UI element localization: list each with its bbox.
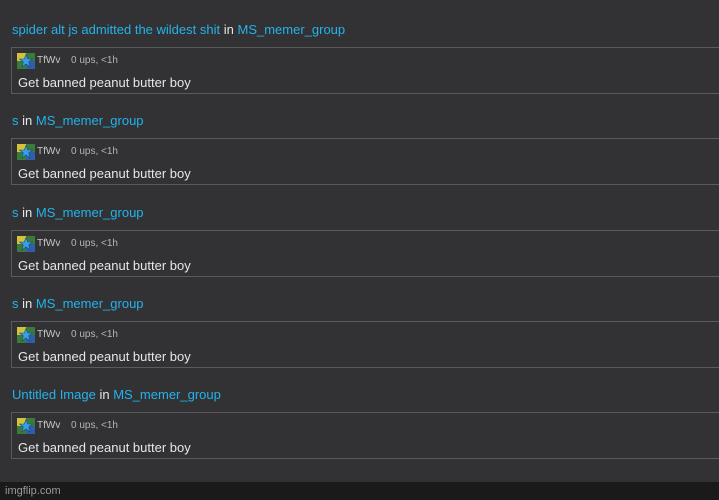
comment-text: Get banned peanut butter boy [18,440,191,455]
feed-entry: spider alt js admitted the wildest shit … [0,0,719,94]
group-link[interactable]: MS_memer_group [36,205,144,220]
post-title-link[interactable]: s [12,296,19,311]
star-avatar-icon[interactable] [17,235,35,252]
group-link[interactable]: MS_memer_group [36,296,144,311]
watermark-strip: imgflip.com [0,482,719,500]
in-label: in [22,113,33,129]
comment-username[interactable]: TfWv [37,329,60,341]
post-title-link[interactable]: Untitled Image [12,387,96,402]
feed-entry: s in MS_memer_group TfWv 0 ups, <1h Get … [0,183,719,277]
group-link[interactable]: MS_memer_group [36,113,144,128]
comment-box: TfWv 0 ups, <1h Get banned peanut butter… [11,47,719,94]
comment-meta: 0 ups, <1h [71,420,118,431]
comment-box: TfWv 0 ups, <1h Get banned peanut butter… [11,320,719,368]
comment-text: Get banned peanut butter boy [18,348,191,364]
comment-feed: spider alt js admitted the wildest shit … [0,0,719,459]
in-label: in [99,387,110,402]
in-label: in [22,204,33,220]
post-title-link[interactable]: spider alt js admitted the wildest shit [12,22,220,37]
feed-entry: s in MS_memer_group TfWv 0 ups, <1h Get … [0,91,719,186]
star-avatar-icon[interactable] [17,53,35,69]
comment-box: TfWv 0 ups, <1h Get banned peanut butter… [11,229,719,277]
feed-entry: s in MS_memer_group TfWv 0 ups, <1h Get … [0,274,719,368]
comment-username[interactable]: TfWv [37,146,60,158]
star-avatar-icon[interactable] [17,326,35,343]
entry-header: spider alt js admitted the wildest shit … [12,22,345,38]
comment-text: Get banned peanut butter boy [18,257,191,273]
post-title-link[interactable]: s [12,113,19,128]
comment-box: TfWv 0 ups, <1h Get banned peanut butter… [11,138,719,186]
comment-meta: 0 ups, <1h [71,237,118,249]
comment-username[interactable]: TfWv [37,238,60,250]
feed-entry: Untitled Image in MS_memer_group TfWv 0 … [0,365,719,459]
in-label: in [22,295,33,311]
comment-username[interactable]: TfWv [37,420,60,432]
imgflip-watermark: imgflip.com [5,485,61,497]
comment-text: Get banned peanut butter boy [18,166,191,182]
comment-box: TfWv 0 ups, <1h Get banned peanut butter… [11,412,719,459]
comment-meta: 0 ups, <1h [71,328,118,340]
entry-header: s in MS_memer_group [12,296,144,312]
post-title-link[interactable]: s [12,205,19,220]
entry-header: s in MS_memer_group [12,205,144,221]
star-avatar-icon[interactable] [17,144,35,161]
entry-header: s in MS_memer_group [12,113,144,129]
entry-header: Untitled Image in MS_memer_group [12,387,221,403]
comment-meta: 0 ups, <1h [71,55,118,66]
group-link[interactable]: MS_memer_group [237,22,345,37]
comment-text: Get banned peanut butter boy [18,75,191,90]
star-avatar-icon[interactable] [17,418,35,434]
in-label: in [223,22,234,37]
comment-meta: 0 ups, <1h [71,146,118,158]
comment-username[interactable]: TfWv [37,55,60,67]
group-link[interactable]: MS_memer_group [113,387,221,402]
